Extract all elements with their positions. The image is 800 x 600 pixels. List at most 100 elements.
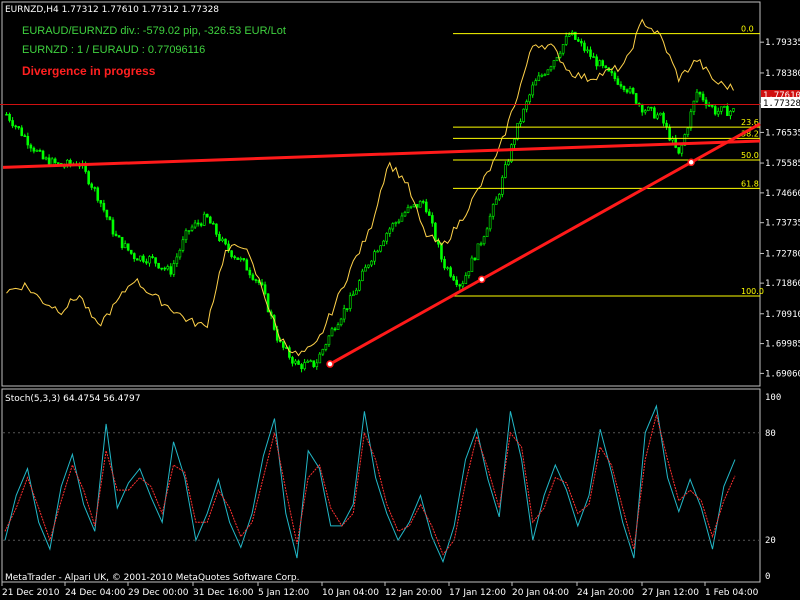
- candle-body: [391, 223, 395, 230]
- candle-body: [616, 78, 620, 85]
- candle-body: [114, 233, 118, 236]
- chart-window: 0.023.638.250.061.8100.0 1.793351.783801…: [0, 0, 800, 600]
- candle-body: [382, 240, 385, 247]
- candle-body: [190, 226, 194, 231]
- candle-body: [14, 125, 17, 128]
- candle-body: [686, 127, 690, 135]
- candle-body: [434, 222, 437, 241]
- time-tick-label: 1 Feb 04:00: [705, 588, 759, 598]
- candle-body: [625, 89, 629, 93]
- trendline-point[interactable]: [687, 158, 695, 167]
- price-tick-label: 1.74660: [765, 189, 800, 199]
- candle-body: [501, 177, 504, 195]
- candle-body: [315, 362, 319, 367]
- candle-body: [300, 364, 303, 370]
- candle-body: [692, 100, 696, 113]
- candle-body: [519, 121, 522, 124]
- candle-body: [680, 145, 684, 154]
- candle-body: [172, 263, 176, 275]
- candle-body: [117, 235, 121, 238]
- divergence-info: EURAUD/EURNZD div.: -579.02 pip, -326.53…: [22, 25, 286, 37]
- candle-body: [482, 236, 486, 245]
- candle-body: [613, 72, 617, 79]
- candle-body: [428, 211, 431, 216]
- candle-body: [385, 233, 389, 242]
- price-tick-label: 1.72780: [765, 249, 800, 259]
- fib-level-label: 100.0: [741, 287, 764, 296]
- candle-body: [540, 74, 544, 77]
- candle-body: [534, 80, 538, 86]
- candle-body: [403, 212, 407, 217]
- time-tick-label: 29 Dec 00:00: [128, 588, 189, 598]
- candle-body: [11, 120, 14, 127]
- candle-body: [647, 106, 650, 111]
- candle-body: [35, 150, 39, 152]
- candle-body: [139, 255, 142, 261]
- candle-body: [622, 85, 626, 90]
- candle-body: [324, 344, 328, 350]
- candle-body: [224, 238, 227, 245]
- stoch-tick-label: 80: [765, 429, 776, 439]
- candle-body: [421, 201, 425, 203]
- candle-body: [312, 360, 316, 367]
- candle-body: [452, 275, 455, 281]
- time-tick-label: 17 Jan 12:00: [449, 588, 506, 598]
- candle-body: [230, 250, 233, 257]
- candle-body: [601, 60, 604, 67]
- candle-body: [38, 150, 42, 152]
- stoch-label: Stoch(5,3,3) 64.4754 56.4797: [5, 394, 140, 404]
- candle-body: [236, 257, 239, 260]
- candle-body: [212, 222, 215, 225]
- candle-body: [187, 230, 191, 232]
- candle-body: [123, 243, 127, 249]
- candle-body: [163, 267, 166, 270]
- candle-body: [361, 270, 364, 281]
- candle-body: [485, 228, 489, 238]
- divergence-alert: Divergence in progress: [22, 64, 156, 78]
- candle-body: [595, 56, 598, 67]
- candle-body: [558, 52, 562, 58]
- candle-body: [330, 328, 334, 337]
- candle-body: [488, 215, 492, 230]
- candle-body: [388, 228, 392, 234]
- candle-body: [309, 360, 312, 363]
- trendline-point[interactable]: [477, 275, 486, 284]
- candle-body: [418, 201, 422, 208]
- candle-body: [628, 88, 632, 93]
- candle-body: [248, 269, 252, 276]
- candle-body: [455, 279, 458, 285]
- candle-body: [546, 69, 550, 75]
- candle-body: [358, 280, 361, 291]
- candle-body: [473, 257, 477, 261]
- candle-body: [531, 84, 535, 96]
- candle-body: [537, 75, 541, 81]
- price-tick-label: 1.71860: [765, 279, 800, 289]
- candle-body: [297, 360, 300, 365]
- candle-body: [181, 239, 185, 251]
- time-tick-label: 24 Jan 20:00: [577, 588, 634, 598]
- candle-body: [345, 308, 349, 310]
- candle-body: [166, 266, 170, 270]
- candle-body: [491, 204, 495, 217]
- candle-body: [102, 202, 106, 211]
- candle-body: [701, 93, 705, 101]
- candle-body: [282, 341, 285, 348]
- candle-body: [342, 308, 346, 320]
- candle-body: [239, 258, 243, 260]
- candle-body: [467, 271, 471, 276]
- candle-body: [549, 66, 553, 71]
- stoch-tick-label: 0: [765, 572, 770, 582]
- candle-body: [379, 245, 382, 252]
- price-tick-label: 1.69985: [765, 340, 800, 350]
- candle-body: [528, 94, 531, 102]
- candle-body: [604, 65, 608, 68]
- candle-body: [336, 324, 340, 330]
- symbol-header: EURNZD,H4 1.77312 1.77610 1.77312 1.7732…: [5, 5, 219, 15]
- candle-body: [339, 318, 343, 326]
- candle-body: [610, 70, 614, 74]
- fib-level-label: 50.0: [741, 151, 759, 160]
- trendline-point[interactable]: [326, 360, 334, 368]
- candle-body: [494, 198, 498, 205]
- candle-body: [470, 257, 474, 272]
- price-tick-label: 1.76535: [765, 128, 800, 138]
